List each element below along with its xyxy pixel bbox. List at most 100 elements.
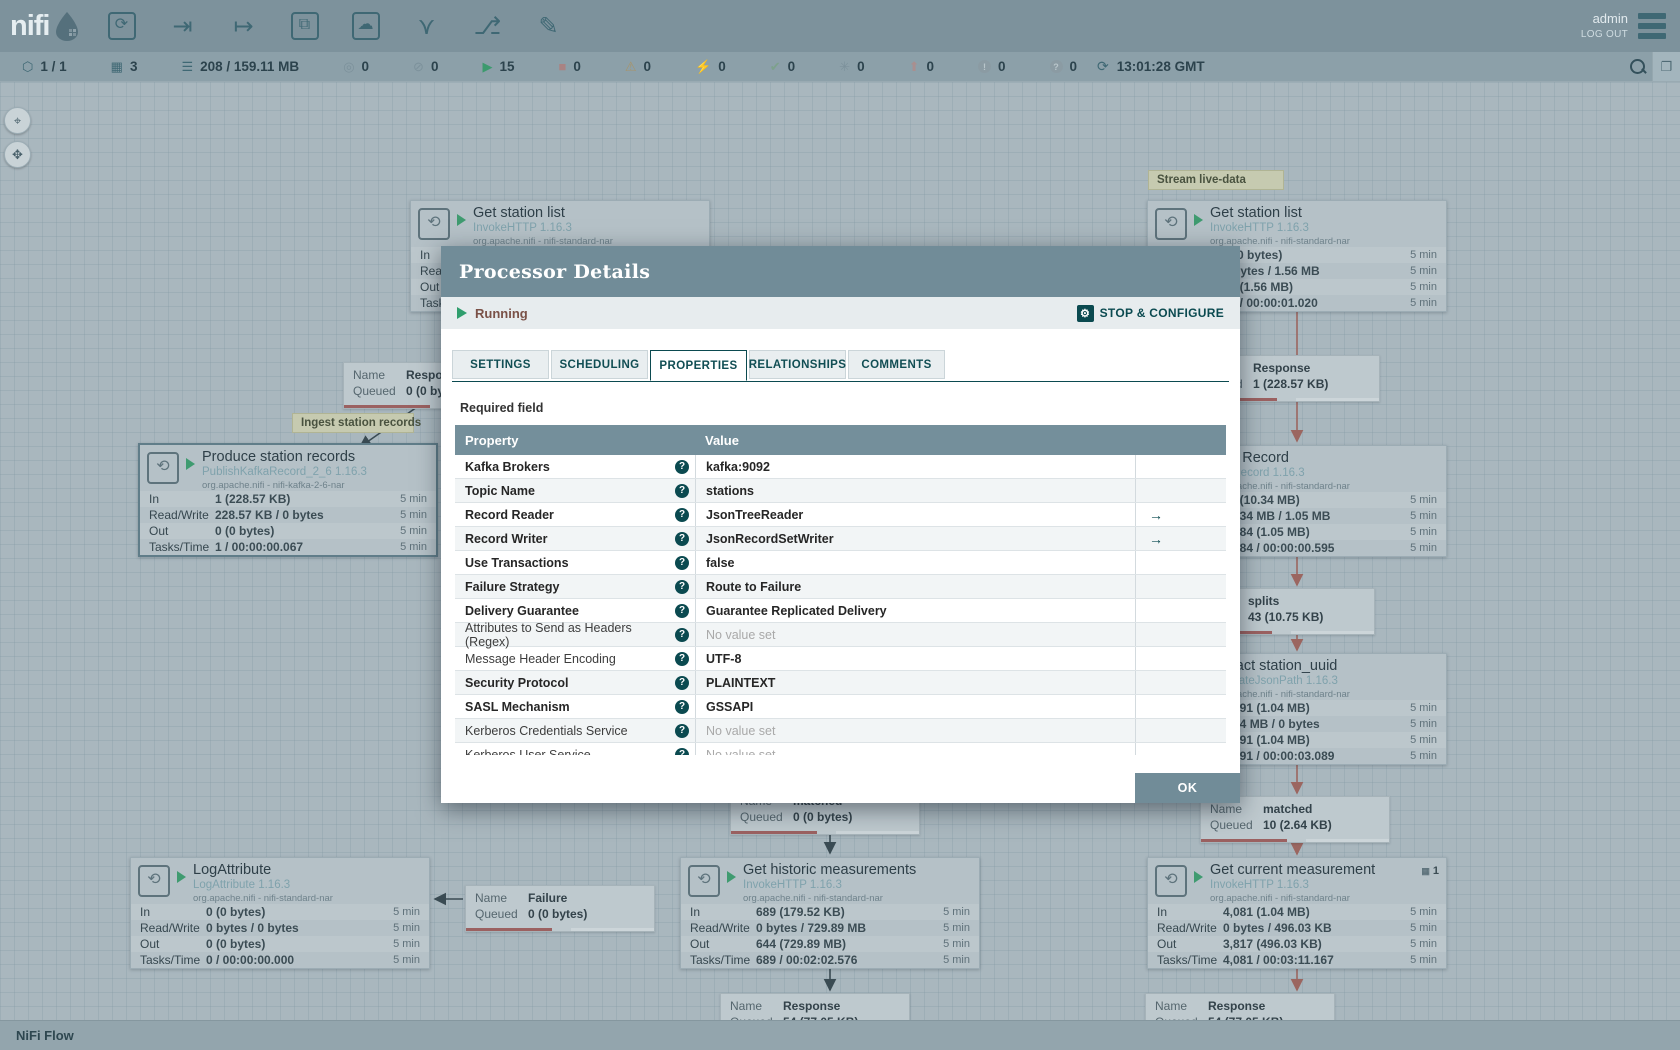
- tab-properties[interactable]: PROPERTIES: [650, 350, 747, 381]
- refresh-icon[interactable]: ⟳: [1097, 58, 1109, 75]
- property-name: Kafka Brokers: [465, 459, 550, 474]
- property-extra-cell: [1136, 743, 1226, 755]
- connection-failure[interactable]: Name Failure Queued 0 (0 bytes): [465, 885, 655, 932]
- property-extra-cell: →: [1136, 527, 1226, 550]
- transmitting-count: 0: [361, 59, 370, 74]
- stat-window: 5 min: [1410, 249, 1437, 261]
- stream-live-data-label[interactable]: Stream live-data: [1148, 170, 1284, 190]
- stat-label: Out: [140, 937, 160, 951]
- tab-comments[interactable]: COMMENTS: [848, 350, 945, 379]
- help-icon[interactable]: ?: [675, 531, 689, 546]
- input-port-icon[interactable]: ⇥: [169, 12, 197, 41]
- tab-relationships[interactable]: RELATIONSHIPS: [749, 350, 846, 379]
- stat-window: 5 min: [1410, 922, 1437, 934]
- property-value-cell: No value set: [695, 623, 1136, 646]
- breadcrumb[interactable]: NiFi Flow: [16, 1028, 74, 1043]
- ok-button[interactable]: OK: [1135, 773, 1240, 803]
- connection-name-value: Response: [1253, 361, 1311, 375]
- tab-scheduling[interactable]: SCHEDULING: [551, 350, 648, 379]
- flow-status-bar: ⬡ 1 / 1 ▦ 3 ☰ 208 / 159.11 MB ◎ 0 ⊘ 0 ▶ 15 ■ 0 ⚠ 0 ⚡ 0 ✔ 0 ✳…: [0, 52, 1680, 82]
- processor-header: ⟲ Get historic measurements InvokeHTTP 1.1…: [681, 858, 979, 904]
- stop-and-configure-button[interactable]: ⚙ STOP & CONFIGURE: [1076, 304, 1224, 322]
- stat-label: Read/Write: [690, 921, 750, 935]
- template-icon[interactable]: ⎇: [474, 12, 502, 41]
- stat-value: 0 (0 bytes): [206, 937, 266, 951]
- stat-label: Read/Write: [140, 921, 200, 935]
- help-icon[interactable]: ?: [675, 675, 689, 690]
- logout-link[interactable]: LOG OUT: [1581, 28, 1628, 42]
- snap-to-grid-button[interactable]: ⌖: [4, 107, 31, 134]
- help-icon[interactable]: ?: [675, 483, 689, 498]
- connection-queued-value: 43 (10.75 KB): [1248, 610, 1324, 624]
- processor-get-historic-measurements[interactable]: ⟲ Get historic measurements InvokeHTTP 1.1…: [680, 857, 980, 969]
- running-indicator-icon: [177, 871, 186, 883]
- help-icon[interactable]: ?: [675, 507, 689, 522]
- processor-stats: In 1 (228.57 KB) 5 min Read/Write 228.57 KB …: [140, 491, 436, 555]
- processor-icon[interactable]: ⟳: [107, 11, 136, 40]
- stat-window: 5 min: [943, 938, 970, 950]
- stat-window: 5 min: [393, 954, 420, 966]
- up-to-date-count: 0: [787, 59, 796, 74]
- connection-queued-row: Queued 0 (0 bytes): [740, 809, 910, 825]
- processor-get-current-measurement[interactable]: ⟲ Get current measurement InvokeHTTP 1.16.…: [1147, 857, 1447, 969]
- remote-process-group-icon[interactable]: ☁: [351, 11, 380, 40]
- not-transmitting-status: ⊘ 0: [413, 59, 438, 75]
- processor-header: ⟲ Produce station records PublishKafkaReco…: [140, 445, 436, 491]
- connected-nodes-count: 1 / 1: [40, 59, 67, 74]
- property-extra-cell: [1136, 647, 1226, 670]
- disabled-icon: ⚡: [695, 58, 712, 74]
- status-right-controls: ❐: [1622, 52, 1680, 81]
- property-row: Security Protocol? PLAINTEXT: [455, 671, 1226, 695]
- tab-settings[interactable]: SETTINGS: [452, 350, 549, 379]
- funnel-icon[interactable]: ⋎: [413, 12, 441, 41]
- connection-matched-right[interactable]: Name matched Queued 10 (2.64 KB): [1200, 796, 1390, 843]
- property-name: Delivery Guarantee: [465, 603, 579, 618]
- help-icon[interactable]: ?: [675, 723, 689, 738]
- sync-failure-count: 0: [1069, 59, 1078, 74]
- stat-window: 5 min: [1410, 510, 1437, 522]
- queue-count-bar: [344, 405, 431, 408]
- goto-service-icon[interactable]: →: [1149, 507, 1163, 523]
- stat-window: 5 min: [1410, 494, 1437, 506]
- help-icon[interactable]: ?: [675, 555, 689, 570]
- property-extra-cell: [1136, 479, 1226, 502]
- search-button[interactable]: [1622, 52, 1652, 81]
- dialog-status-row: Running ⚙ STOP & CONFIGURE: [441, 297, 1240, 329]
- app-header: nifi ⟳ ⇥ ↦ ⧉ ☁ ⋎ ⎇ ✎ admin LOG OUT: [0, 0, 1680, 52]
- ingest-station-records-label[interactable]: Ingest station records: [292, 413, 421, 433]
- transmitting-status: ◎ 0: [343, 59, 369, 75]
- help-icon[interactable]: ?: [675, 603, 689, 618]
- threads-count: 1: [1432, 865, 1439, 877]
- help-icon[interactable]: ?: [675, 651, 689, 666]
- help-icon[interactable]: ?: [675, 747, 689, 755]
- stat-row: Read/Write 0 bytes / 496.03 KB 5 min: [1148, 920, 1446, 936]
- connection-name-value: splits: [1248, 594, 1280, 608]
- queue-count-bar: [731, 831, 818, 834]
- help-icon[interactable]: ?: [675, 579, 689, 594]
- label-icon[interactable]: ✎: [535, 12, 563, 41]
- output-port-icon[interactable]: ↦: [230, 12, 258, 41]
- global-menu-button[interactable]: [1638, 13, 1666, 39]
- help-icon[interactable]: ?: [675, 459, 689, 474]
- sync-failure-icon: ?: [1049, 60, 1063, 73]
- goto-service-icon[interactable]: →: [1149, 531, 1163, 547]
- stat-value: 0 (0 bytes): [206, 905, 266, 919]
- processor-produce-station-records[interactable]: ⟲ Produce station records PublishKafkaReco…: [138, 443, 438, 557]
- property-row: Kafka Brokers? kafka:9092: [455, 455, 1226, 479]
- help-icon[interactable]: ?: [675, 627, 689, 642]
- flow-settings-button[interactable]: ❐: [1652, 52, 1680, 81]
- stat-row: Tasks/Time 0 / 00:00:00.000 5 min: [131, 952, 429, 968]
- stat-window: 5 min: [400, 493, 427, 505]
- stat-window: 5 min: [400, 509, 427, 521]
- active-threads-status: ▦ 3: [111, 59, 138, 75]
- property-name: Failure Strategy: [465, 579, 560, 594]
- help-icon[interactable]: ?: [675, 699, 689, 714]
- connection-name-row: Name Failure: [475, 890, 645, 906]
- process-group-icon[interactable]: ⧉: [290, 11, 319, 40]
- processor-log-attribute[interactable]: ⟲ LogAttribute LogAttribute 1.16.3 org.apac…: [130, 857, 430, 969]
- up-to-date-icon: ✔: [769, 58, 781, 74]
- pan-tool-button[interactable]: ✥: [4, 141, 31, 168]
- processor-header: ⟲ Get current measurement InvokeHTTP 1.16.…: [1148, 858, 1446, 904]
- stat-value: 0 bytes / 729.89 MB: [756, 921, 867, 935]
- processor-titles: Produce station records PublishKafkaRecor…: [202, 449, 367, 491]
